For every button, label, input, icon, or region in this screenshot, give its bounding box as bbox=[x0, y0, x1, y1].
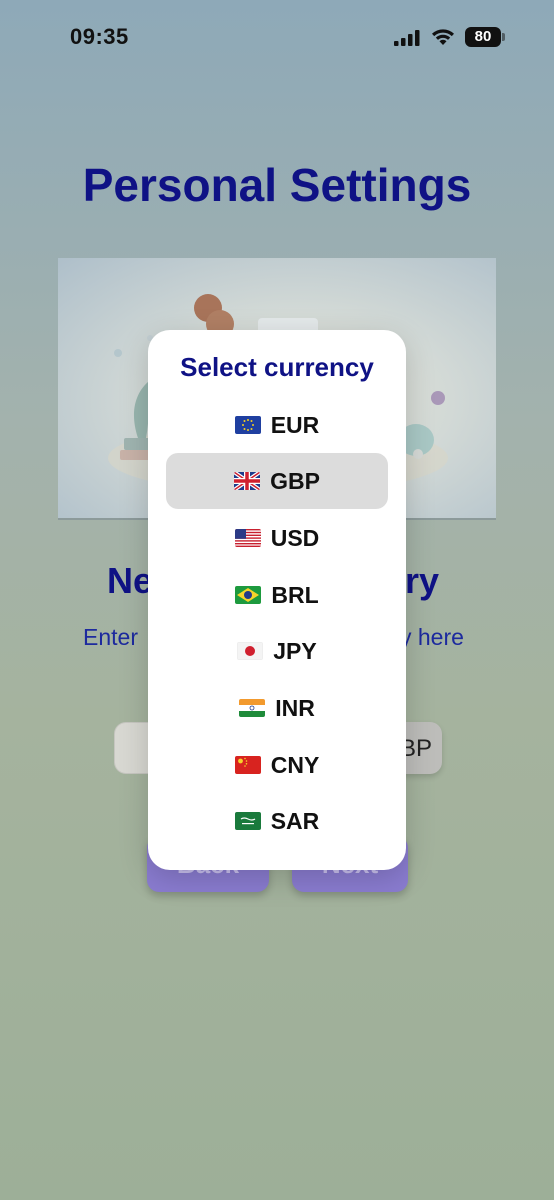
currency-option-sar[interactable]: SAR bbox=[166, 793, 388, 849]
battery-icon: 80 bbox=[465, 27, 505, 47]
currency-option-eur[interactable]: EUR bbox=[166, 397, 388, 453]
currency-code: SAR bbox=[270, 807, 320, 834]
currency-code: CNY bbox=[270, 751, 320, 778]
cellular-signal-icon bbox=[394, 30, 420, 46]
currency-option-usd[interactable]: USD bbox=[166, 510, 388, 566]
brazil-flag-icon bbox=[235, 586, 262, 604]
china-flag-icon bbox=[234, 756, 261, 774]
section-title-left: Ne bbox=[107, 560, 154, 601]
japan-flag-icon bbox=[237, 642, 264, 660]
currency-option-gbp[interactable]: GBP bbox=[166, 453, 388, 509]
currency-code: GBP bbox=[270, 467, 320, 494]
currency-picker-modal: Select currency EUR GBP USD BRL JPY INR … bbox=[148, 330, 406, 870]
section-subtitle-right: y here bbox=[400, 624, 464, 650]
currency-code: JPY bbox=[273, 637, 317, 664]
us-flag-icon bbox=[234, 529, 261, 547]
currency-code: INR bbox=[275, 694, 315, 721]
currency-option-jpy[interactable]: JPY bbox=[166, 623, 388, 679]
wifi-icon bbox=[432, 29, 454, 45]
saudi-flag-icon bbox=[234, 812, 261, 830]
india-flag-icon bbox=[239, 699, 266, 717]
currency-code: BRL bbox=[271, 581, 319, 608]
currency-option-cny[interactable]: CNY bbox=[166, 737, 388, 793]
section-subtitle-left: Enter bbox=[83, 624, 138, 650]
section-title-right: ry bbox=[405, 560, 440, 601]
uk-flag-icon bbox=[234, 472, 261, 490]
battery-level: 80 bbox=[465, 27, 501, 47]
currency-code: EUR bbox=[270, 411, 320, 438]
status-time: 09:35 bbox=[70, 24, 129, 49]
currency-option-brl[interactable]: BRL bbox=[166, 567, 388, 623]
status-bar: 09:35 80 bbox=[0, 0, 554, 76]
modal-title: Select currency bbox=[180, 352, 374, 382]
eu-flag-icon bbox=[234, 416, 261, 434]
page-title: Personal Settings bbox=[82, 159, 472, 211]
currency-option-inr[interactable]: INR bbox=[166, 680, 388, 736]
currency-code: USD bbox=[270, 524, 320, 551]
